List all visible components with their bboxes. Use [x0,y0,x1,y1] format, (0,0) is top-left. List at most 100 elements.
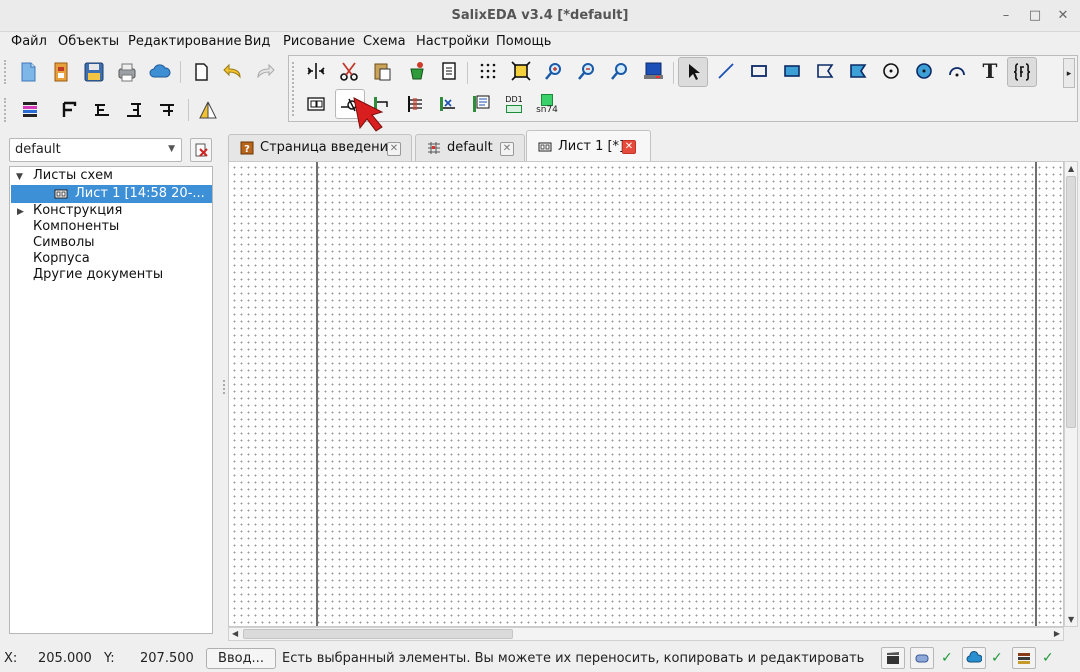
close-tab-icon[interactable]: ✕ [387,142,401,156]
minimize-button[interactable]: – [997,7,1015,25]
menu-schematic[interactable]: Схема [363,34,406,49]
scissors-icon [340,62,358,81]
cloud-status-button[interactable] [962,647,986,669]
horizontal-scrollbar[interactable]: ◀ ▶ [228,627,1064,641]
network-status-button[interactable] [910,647,934,669]
field-tool-button[interactable] [1007,57,1037,87]
menu-view[interactable]: Вид [244,34,270,49]
new-file-button[interactable] [14,58,42,86]
input-button[interactable]: Ввод... [206,648,276,669]
new-page-button[interactable] [187,58,215,86]
clipboard-icon [374,63,391,81]
menu-help[interactable]: Помощь [496,34,551,49]
print-button[interactable] [113,58,141,86]
project-combo[interactable]: default ▼ [9,138,182,162]
mirror-button[interactable] [194,96,222,124]
align-left-button[interactable] [88,96,116,124]
cut-button[interactable] [335,57,363,85]
filled-circle-tool-button[interactable] [910,57,938,85]
sheet-border-right [1035,162,1037,626]
save-button[interactable] [80,58,108,86]
polygon-tool-button[interactable] [811,57,839,85]
tree-node-sheets[interactable]: Листы схем [33,168,113,183]
undo-button[interactable] [219,58,247,86]
dd1-tool-button[interactable]: DD1 [500,90,528,118]
tab-intro[interactable]: ? Страница введения ✕ [228,134,412,161]
splitter-handle[interactable] [223,380,225,394]
scroll-right-icon[interactable]: ▶ [1054,629,1060,638]
menu-edit[interactable]: Редактирование [128,34,241,49]
arc-tool-button[interactable] [943,57,971,85]
close-tab-icon[interactable]: ✕ [500,142,514,156]
tree-node-components[interactable]: Компоненты [33,219,119,234]
toolbar-grip[interactable] [292,62,296,116]
netlabel-tool-button[interactable] [434,90,462,118]
zoom-in-button[interactable] [540,57,568,85]
sheet-button[interactable] [302,90,330,118]
close-tab-icon[interactable]: ✕ [622,140,636,154]
tab-default[interactable]: default ✕ [415,134,525,161]
expand-open-icon[interactable]: ▼ [16,172,23,182]
sn74-tool-button[interactable]: sn74 [533,90,561,118]
scroll-down-icon[interactable]: ▼ [1068,615,1074,624]
menu-file[interactable]: Файл [11,34,47,49]
tree-node-footprints[interactable]: Корпуса [33,251,90,266]
redo-button[interactable] [251,58,279,86]
layers-button[interactable] [16,96,44,124]
toolbar-grip[interactable] [4,98,8,122]
rect-tool-button[interactable] [745,57,773,85]
expand-closed-icon[interactable]: ▶ [17,207,24,217]
line-tool-button[interactable] [712,57,740,85]
chevron-down-icon: ▼ [168,144,175,154]
properties-button[interactable] [435,57,463,85]
bus-tool-button[interactable] [401,90,429,118]
scroll-left-icon[interactable]: ◀ [232,629,238,638]
library-status-button[interactable] [1012,647,1036,669]
tree-node-symbols[interactable]: Символы [33,235,95,250]
zoom-out-button[interactable] [573,57,601,85]
schematic-canvas[interactable] [228,161,1064,627]
select-tool-button[interactable] [678,57,708,87]
clean-button[interactable] [403,57,431,85]
text-tool-button[interactable]: T [976,57,1004,85]
toolbar-scroll-right[interactable]: ▸ [1063,58,1075,88]
zoom-fit-icon [511,61,531,81]
paste-button[interactable] [368,57,396,85]
title-bar: SalixEDA v3.4 [*default] – □ ✕ [0,0,1080,32]
tree-node-sheet-1[interactable]: Лист 1 [14:58 20-... [11,185,212,203]
scroll-up-icon[interactable]: ▲ [1068,164,1074,173]
clapper-button[interactable] [881,647,905,669]
page-icon [195,63,208,81]
font-button[interactable] [55,96,83,124]
tab-sheet-1[interactable]: Лист 1 [*] ✕ [526,130,651,161]
open-file-button[interactable] [47,58,75,86]
menu-objects[interactable]: Объекты [58,34,119,49]
toolbar-grip[interactable] [4,60,8,84]
horizontal-scroll-thumb[interactable] [243,629,513,639]
grid-button[interactable] [474,57,502,85]
filled-rect-tool-button[interactable] [778,57,806,85]
vertical-scroll-thumb[interactable] [1066,176,1076,428]
maximize-button[interactable]: □ [1026,7,1044,25]
vertical-scrollbar[interactable]: ▲ ▼ [1064,161,1078,627]
menu-settings[interactable]: Настройки [416,34,489,49]
close-button[interactable]: ✕ [1054,7,1072,25]
mirror-x-button[interactable] [302,57,330,85]
cloud-button[interactable] [146,58,174,86]
monitor-button[interactable] [639,57,667,85]
align-right-button[interactable] [120,96,148,124]
tree-node-construction[interactable]: Конструкция [33,203,122,218]
zoom-fit-button[interactable] [507,57,535,85]
zoom-window-icon [611,63,627,80]
zoom-window-button[interactable] [606,57,634,85]
tree-node-other-docs[interactable]: Другие документы [33,267,163,282]
align-top-icon [160,104,174,116]
menu-draw[interactable]: Рисование [283,34,355,49]
circle-tool-button[interactable] [877,57,905,85]
check-icon: ✓ [941,650,953,666]
component-tool-button[interactable] [467,90,495,118]
filled-polygon-tool-button[interactable] [844,57,872,85]
delete-project-button[interactable] [190,138,212,162]
align-top-button[interactable] [153,96,181,124]
new-file-icon [21,62,36,82]
